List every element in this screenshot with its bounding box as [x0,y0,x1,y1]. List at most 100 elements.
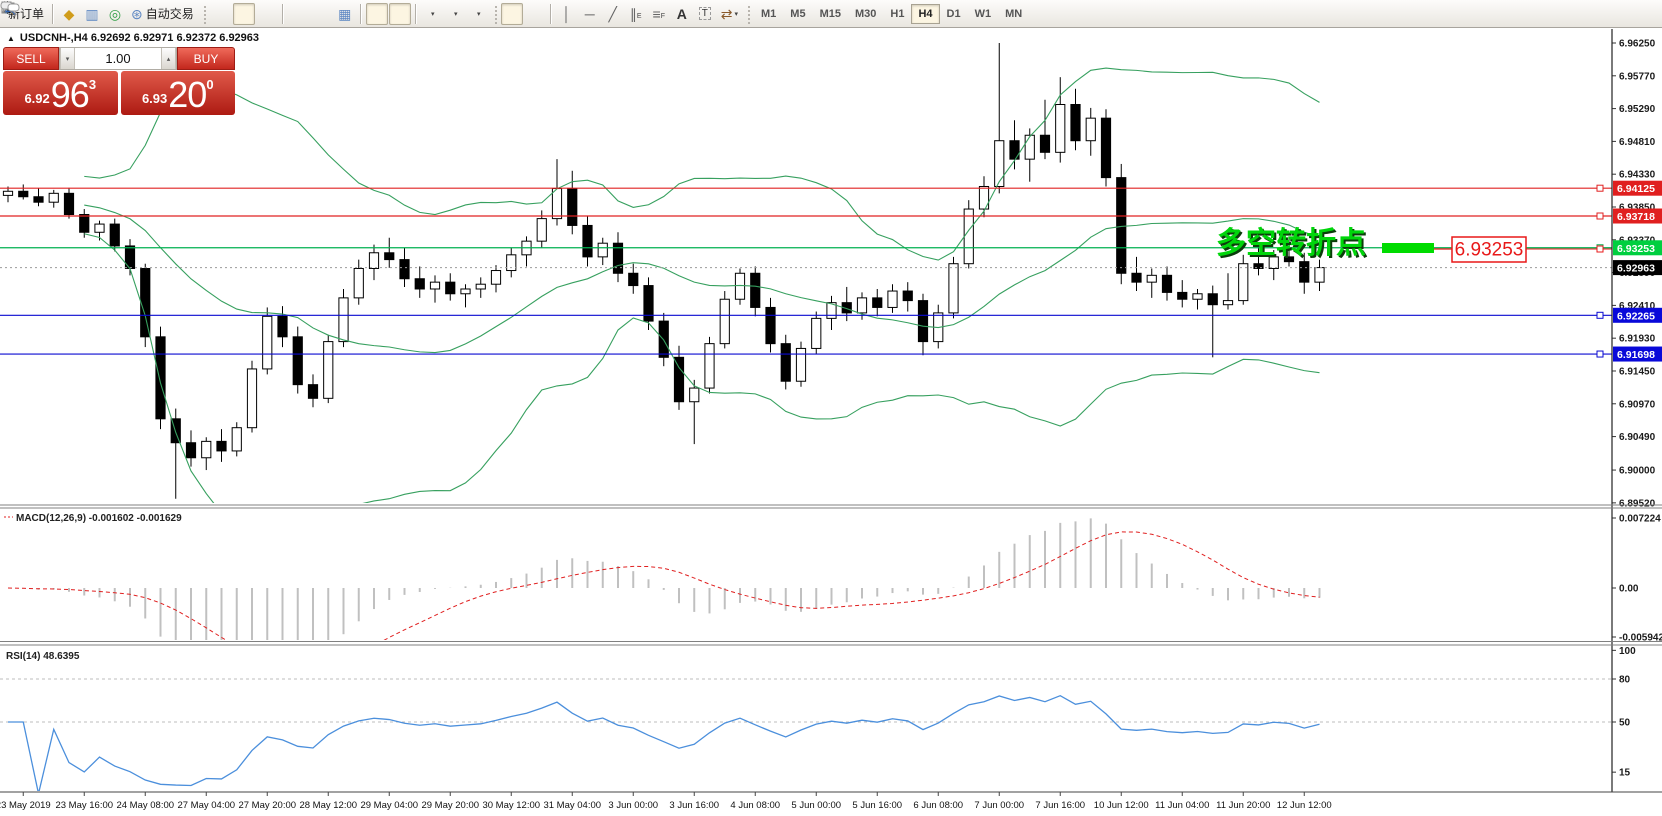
signals-icon[interactable]: ◎ [104,3,126,25]
timeframes-clock-button[interactable]: ▾ [444,3,466,25]
svg-text:6.94810: 6.94810 [1619,137,1656,148]
timeframe-button-w1[interactable]: W1 [968,4,999,24]
arrows-tool[interactable]: ⇄▾ [717,3,742,25]
toolbar-separator [550,4,552,24]
panel-splitter-rsi[interactable] [0,640,1662,646]
trendline-tool[interactable]: ╱ [602,3,624,25]
svg-text:6.91450: 6.91450 [1619,366,1656,377]
chart-shift-icon[interactable] [389,3,411,25]
autotrade-label: 自动交易 [146,5,194,22]
svg-text:6.93718: 6.93718 [1617,211,1655,223]
svg-text:27 May 20:00: 27 May 20:00 [238,800,296,811]
volume-stepper: ▾ 1.00 ▴ [59,47,177,70]
svg-text:多空转折点: 多空转折点 [1216,227,1366,260]
svg-text:27 May 04:00: 27 May 04:00 [177,800,235,811]
text-label-tool[interactable]: T [694,3,716,25]
autotrade-globe-icon: ⊛ [131,7,143,21]
buy-button[interactable]: BUY [177,47,235,70]
svg-text:6.90490: 6.90490 [1619,432,1656,443]
data-window-icon[interactable]: ▥ [81,3,103,25]
volume-value[interactable]: 1.00 [75,48,161,69]
buy-price-big: 20 [168,78,206,112]
auto-scroll-icon[interactable] [366,3,388,25]
horizontal-line-tool[interactable]: ─ [579,3,601,25]
toolbar-grip[interactable] [746,4,750,24]
svg-text:6.95290: 6.95290 [1619,104,1656,115]
search-icon[interactable] [1613,3,1635,25]
svg-text:5 Jun 16:00: 5 Jun 16:00 [852,800,902,811]
symbol-ohlc-line: USDCNH-,H4 6.92692 6.92971 6.92372 6.929… [20,32,259,44]
svg-text:29 May 04:00: 29 May 04:00 [360,800,418,811]
svg-text:80: 80 [1619,675,1631,686]
bar-chart-icon[interactable] [210,3,232,25]
svg-text:4 Jun 08:00: 4 Jun 08:00 [730,800,780,811]
chat-icon[interactable] [1636,3,1658,25]
toolbar-separator [52,4,54,24]
dropdown-caret-icon: ▾ [477,10,481,18]
svg-text:RSI(14) 48.6395: RSI(14) 48.6395 [6,651,80,662]
sell-button[interactable]: SELL [3,47,59,70]
timeframe-button-m1[interactable]: M1 [754,4,783,24]
sell-price-big: 96 [51,78,89,112]
svg-text:6.92963: 6.92963 [1617,263,1655,275]
templates-button[interactable]: ▾ [467,3,489,25]
fibonacci-tool[interactable]: ≡F [648,3,670,25]
timeframe-button-h4[interactable]: H4 [911,4,939,24]
text-tool[interactable]: A [671,3,693,25]
toolbar-separator [282,4,284,24]
svg-text:23 May 2019: 23 May 2019 [0,800,51,811]
toolbar-grip[interactable] [493,4,497,24]
zoom-in-icon[interactable] [288,3,310,25]
zoom-out-icon[interactable] [311,3,333,25]
svg-text:11 Jun 20:00: 11 Jun 20:00 [1216,800,1270,811]
svg-text:7 Jun 00:00: 7 Jun 00:00 [974,800,1024,811]
collapse-triangle-icon[interactable]: ▲ [7,34,15,43]
timeframe-button-mn[interactable]: MN [998,4,1029,24]
svg-text:6.91698: 6.91698 [1617,349,1655,361]
svg-text:6.90000: 6.90000 [1619,466,1656,477]
volume-increase-button[interactable]: ▴ [161,48,176,69]
svg-text:29 May 20:00: 29 May 20:00 [421,800,479,811]
volume-decrease-button[interactable]: ▾ [60,48,75,69]
timeframe-button-h1[interactable]: H1 [883,4,911,24]
price-chart-canvas: 多空转折点多空转折点6.93253MACD(12,26,9) -0.001602… [0,0,1662,816]
panel-splitter-macd[interactable] [0,503,1662,509]
svg-text:100: 100 [1619,646,1636,657]
svg-text:6.94330: 6.94330 [1619,170,1656,181]
svg-text:6.94125: 6.94125 [1617,183,1655,195]
svg-text:12 Jun 12:00: 12 Jun 12:00 [1277,800,1332,811]
dropdown-caret-icon: ▾ [735,10,739,18]
svg-text:6.93253: 6.93253 [1455,240,1524,261]
sell-price-pip: 3 [89,77,96,92]
timeframe-button-m30[interactable]: M30 [848,4,883,24]
svg-text:24 May 08:00: 24 May 08:00 [116,800,174,811]
crosshair-icon[interactable] [524,3,546,25]
buy-price-box[interactable]: 6.93 20 0 [121,71,236,115]
svg-text:6.95770: 6.95770 [1619,71,1656,82]
svg-text:7 Jun 16:00: 7 Jun 16:00 [1035,800,1085,811]
timeframe-button-m15[interactable]: M15 [813,4,848,24]
cursor-icon[interactable] [501,3,523,25]
timeframe-button-d1[interactable]: D1 [940,4,968,24]
svg-text:MACD(12,26,9) -0.001602 -0.001: MACD(12,26,9) -0.001602 -0.001629 [16,513,182,524]
add-indicator-button[interactable]: ▾ [421,3,443,25]
tile-windows-icon[interactable]: ▦ [334,3,356,25]
equidistant-channel-tool[interactable]: ∥E [625,3,647,25]
svg-text:50: 50 [1619,718,1631,729]
svg-text:6.90970: 6.90970 [1619,399,1656,410]
svg-text:0.007224: 0.007224 [1619,514,1661,525]
timeframe-button-m5[interactable]: M5 [783,4,812,24]
line-chart-icon[interactable] [256,3,278,25]
candlestick-chart-icon[interactable] [233,3,255,25]
buy-price-pip: 0 [206,77,213,92]
sell-price-box[interactable]: 6.92 96 3 [3,71,118,115]
svg-text:23 May 16:00: 23 May 16:00 [55,800,113,811]
market-watch-icon[interactable]: ◆ [58,3,80,25]
autotrade-button[interactable]: ⊛ 自动交易 [127,3,198,25]
svg-text:6 Jun 08:00: 6 Jun 08:00 [913,800,963,811]
vertical-line-tool[interactable]: │ [556,3,578,25]
svg-text:15: 15 [1619,768,1631,779]
toolbar-separator [415,4,417,24]
toolbar-grip[interactable] [202,4,206,24]
one-click-trading-panel: SELL ▾ 1.00 ▴ BUY 6.92 96 3 6.93 20 0 [3,47,235,115]
